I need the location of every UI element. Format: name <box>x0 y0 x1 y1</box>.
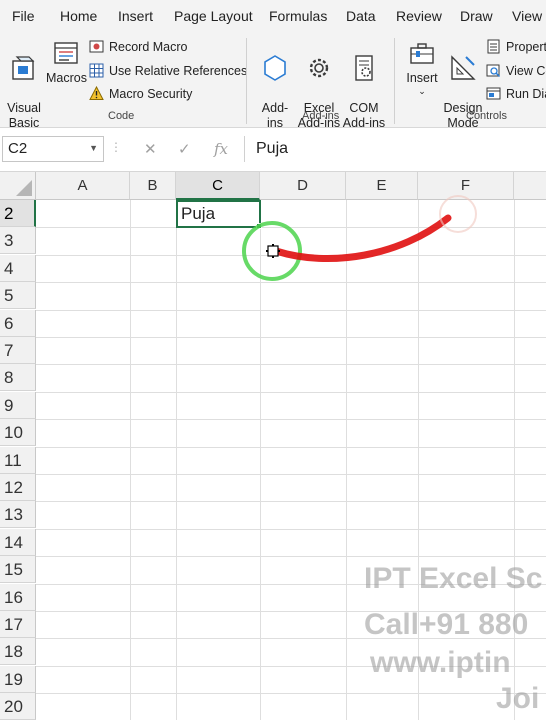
move-cursor-icon <box>266 244 280 258</box>
use-relative-references-button[interactable]: Use Relative References <box>89 63 247 78</box>
visual-basic-icon <box>12 56 35 80</box>
run-dialog-button[interactable]: Run Dia <box>486 86 546 101</box>
drag-target-circle-icon <box>439 195 477 233</box>
worksheet-grid[interactable]: A B C D E F 2 3 4 5 6 7 8 9 10 11 12 13 14 15 16 17 18 19… <box>0 172 546 720</box>
run-dialog-icon <box>486 87 501 100</box>
formula-bar: C2 ▼ ⋮ ✕ ✓ fx Puja <box>0 128 546 172</box>
com-add-ins-icon <box>355 55 373 81</box>
tab-insert[interactable]: Insert <box>118 8 153 24</box>
tab-file[interactable]: File <box>12 8 35 24</box>
properties-icon <box>487 39 500 54</box>
name-box-value: C2 <box>8 140 28 157</box>
view-code-button[interactable]: View Co <box>486 63 546 78</box>
drag-annotation <box>242 195 477 281</box>
warning-icon <box>89 86 104 100</box>
insert-control-button[interactable]: Insert ⌄ <box>402 38 442 96</box>
tab-view[interactable]: View <box>512 8 542 24</box>
ribbon: Visual Basic Macros Record Macro Use Rel… <box>0 34 546 131</box>
add-ins-button[interactable]: Add- ins <box>256 38 294 131</box>
macro-security-button[interactable]: Macro Security <box>89 86 192 101</box>
insert-control-label: Insert <box>406 71 438 85</box>
macros-icon <box>54 42 78 64</box>
tab-review[interactable]: Review <box>396 8 442 24</box>
design-mode-icon <box>451 55 476 80</box>
add-ins-icon <box>264 55 286 81</box>
record-macro-label: Record Macro <box>109 39 188 54</box>
properties-label: Properti <box>506 39 546 54</box>
macro-security-label: Macro Security <box>109 86 193 101</box>
com-add-ins-label: COM Add-ins <box>342 101 386 130</box>
relative-references-icon <box>89 63 104 78</box>
record-macro-icon <box>89 40 104 53</box>
properties-button[interactable]: Properti <box>486 39 546 54</box>
use-relative-references-label: Use Relative References <box>109 63 248 78</box>
menu-tab-bar: File Home Insert Page Layout Formulas Da… <box>0 0 546 34</box>
view-code-icon <box>486 64 501 78</box>
macros-label: Macros <box>46 71 87 85</box>
run-dialog-label: Run Dia <box>506 86 546 101</box>
code-group-label: Code <box>108 110 135 122</box>
enter-icon[interactable]: ✓ <box>178 140 191 158</box>
tab-data[interactable]: Data <box>346 8 376 24</box>
tab-draw[interactable]: Draw <box>460 8 493 24</box>
chevron-down-icon: ⌄ <box>418 86 426 96</box>
macros-button[interactable]: Macros <box>46 38 87 86</box>
ribbon-separator <box>246 38 247 124</box>
controls-group-label: Controls <box>466 110 507 122</box>
formula-input[interactable]: Puja <box>244 136 546 162</box>
tab-formulas[interactable]: Formulas <box>269 8 327 24</box>
name-box[interactable]: C2 ▼ <box>2 136 104 162</box>
visual-basic-label: Visual Basic <box>7 101 41 130</box>
tab-home[interactable]: Home <box>60 8 97 24</box>
ribbon-separator <box>394 38 395 124</box>
toolbox-icon <box>410 43 434 64</box>
visual-basic-button[interactable]: Visual Basic <box>6 38 42 131</box>
tab-page-layout[interactable]: Page Layout <box>174 8 253 24</box>
add-ins-label: Add- ins <box>261 101 289 130</box>
com-add-ins-button[interactable]: COM Add-ins <box>342 38 386 131</box>
record-macro-button[interactable]: Record Macro <box>89 39 188 54</box>
add-ins-group-label: Add-ins <box>302 110 340 122</box>
cancel-icon[interactable]: ✕ <box>144 140 157 158</box>
insert-function-icon[interactable]: fx <box>214 140 228 158</box>
gear-icon <box>309 58 329 78</box>
formula-buttons: ✕ ✓ fx <box>118 136 242 162</box>
view-code-label: View Co <box>506 63 546 78</box>
name-box-dropdown-icon[interactable]: ▼ <box>89 143 98 153</box>
